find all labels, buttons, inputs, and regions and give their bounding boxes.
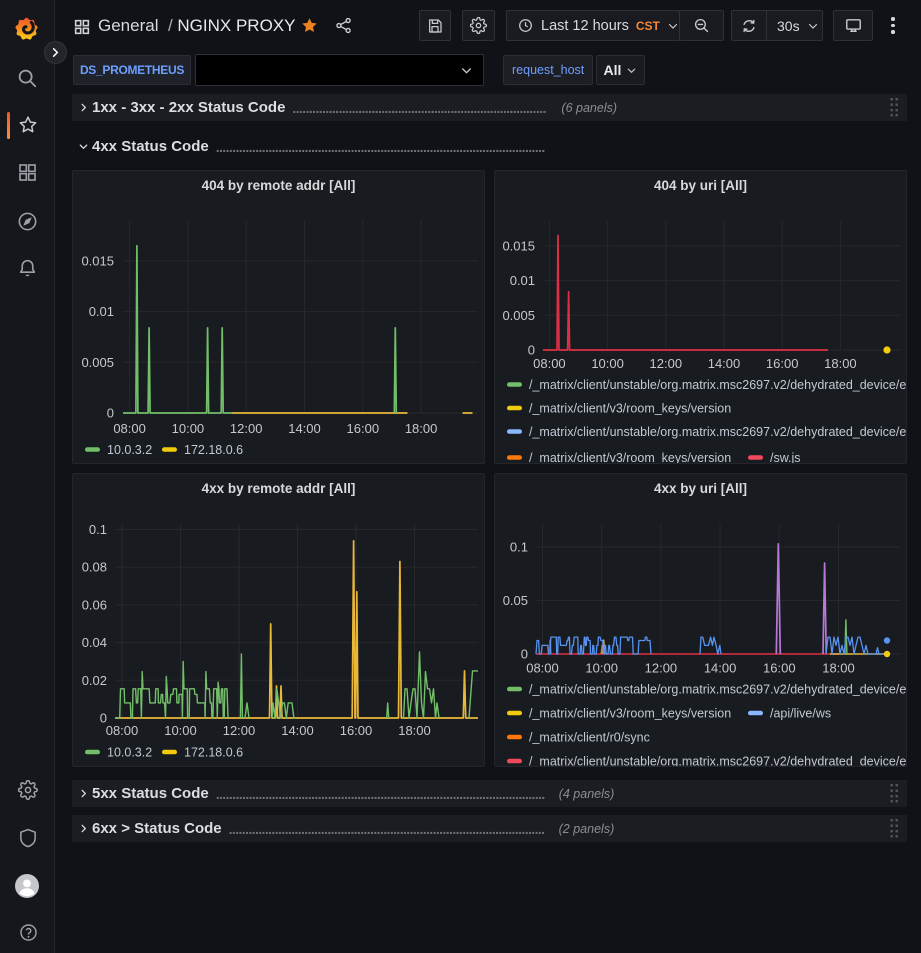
svg-text:18:00: 18:00: [824, 356, 857, 371]
svg-text:16:00: 16:00: [347, 421, 380, 436]
svg-text:16:00: 16:00: [763, 661, 796, 676]
svg-text:0.005: 0.005: [502, 308, 535, 323]
svg-text:0.04: 0.04: [82, 635, 107, 650]
svg-text:10.0.3.2: 10.0.3.2: [107, 745, 152, 759]
svg-text:/_matrix/client/v3/room_keys/v: /_matrix/client/v3/room_keys/version: [529, 451, 731, 464]
svg-text:0.08: 0.08: [82, 560, 107, 575]
svg-text:0.1: 0.1: [89, 522, 107, 537]
svg-text:0: 0: [521, 647, 528, 662]
svg-text:12:00: 12:00: [223, 723, 256, 738]
svg-text:/_matrix/client/unstable/org.m: /_matrix/client/unstable/org.matrix.msc2…: [529, 378, 907, 392]
svg-text:0: 0: [107, 406, 114, 421]
svg-text:0.01: 0.01: [89, 304, 114, 319]
svg-text:16:00: 16:00: [340, 723, 373, 738]
svg-text:14:00: 14:00: [704, 661, 737, 676]
svg-text:0.01: 0.01: [510, 273, 535, 288]
svg-text:10:00: 10:00: [585, 661, 618, 676]
svg-text:16:00: 16:00: [766, 356, 799, 371]
svg-text:12:00: 12:00: [650, 356, 683, 371]
svg-text:0.015: 0.015: [81, 253, 114, 268]
svg-text:14:00: 14:00: [708, 356, 741, 371]
svg-text:/_matrix/client/unstable/org.m: /_matrix/client/unstable/org.matrix.msc2…: [529, 682, 907, 696]
svg-text:0.1: 0.1: [510, 540, 528, 555]
svg-text:/_matrix/client/r0/sync: /_matrix/client/r0/sync: [529, 730, 650, 744]
svg-text:/_matrix/client/unstable/org.m: /_matrix/client/unstable/org.matrix.msc2…: [529, 754, 907, 767]
svg-text:0.005: 0.005: [81, 355, 114, 370]
svg-text:18:00: 18:00: [405, 421, 438, 436]
svg-text:12:00: 12:00: [645, 661, 678, 676]
svg-text:08:00: 08:00: [106, 723, 139, 738]
svg-text:10:00: 10:00: [164, 723, 197, 738]
svg-text:08:00: 08:00: [113, 421, 146, 436]
svg-text:18:00: 18:00: [398, 723, 431, 738]
svg-text:172.18.0.6: 172.18.0.6: [184, 745, 243, 759]
svg-text:08:00: 08:00: [533, 356, 566, 371]
svg-text:0.02: 0.02: [82, 673, 107, 688]
svg-text:10:00: 10:00: [591, 356, 624, 371]
svg-text:0.05: 0.05: [503, 593, 528, 608]
svg-text:172.18.0.6: 172.18.0.6: [184, 443, 243, 457]
svg-text:14:00: 14:00: [281, 723, 314, 738]
svg-text:08:00: 08:00: [526, 661, 559, 676]
svg-text:/_matrix/client/v3/room_keys/v: /_matrix/client/v3/room_keys/version: [529, 401, 731, 415]
svg-text:/_matrix/client/v3/room_keys/v: /_matrix/client/v3/room_keys/version: [529, 706, 731, 720]
svg-text:14:00: 14:00: [288, 421, 321, 436]
svg-text:10.0.3.2: 10.0.3.2: [107, 443, 152, 457]
svg-text:/_matrix/client/unstable/org.m: /_matrix/client/unstable/org.matrix.msc2…: [529, 425, 907, 439]
svg-text:0.015: 0.015: [502, 238, 535, 253]
svg-text:18:00: 18:00: [822, 661, 855, 676]
svg-text:10:00: 10:00: [172, 421, 205, 436]
svg-text:12:00: 12:00: [230, 421, 263, 436]
svg-text:/api/live/ws: /api/live/ws: [770, 706, 831, 720]
svg-text:/sw.js: /sw.js: [770, 451, 801, 464]
svg-text:0.06: 0.06: [82, 597, 107, 612]
